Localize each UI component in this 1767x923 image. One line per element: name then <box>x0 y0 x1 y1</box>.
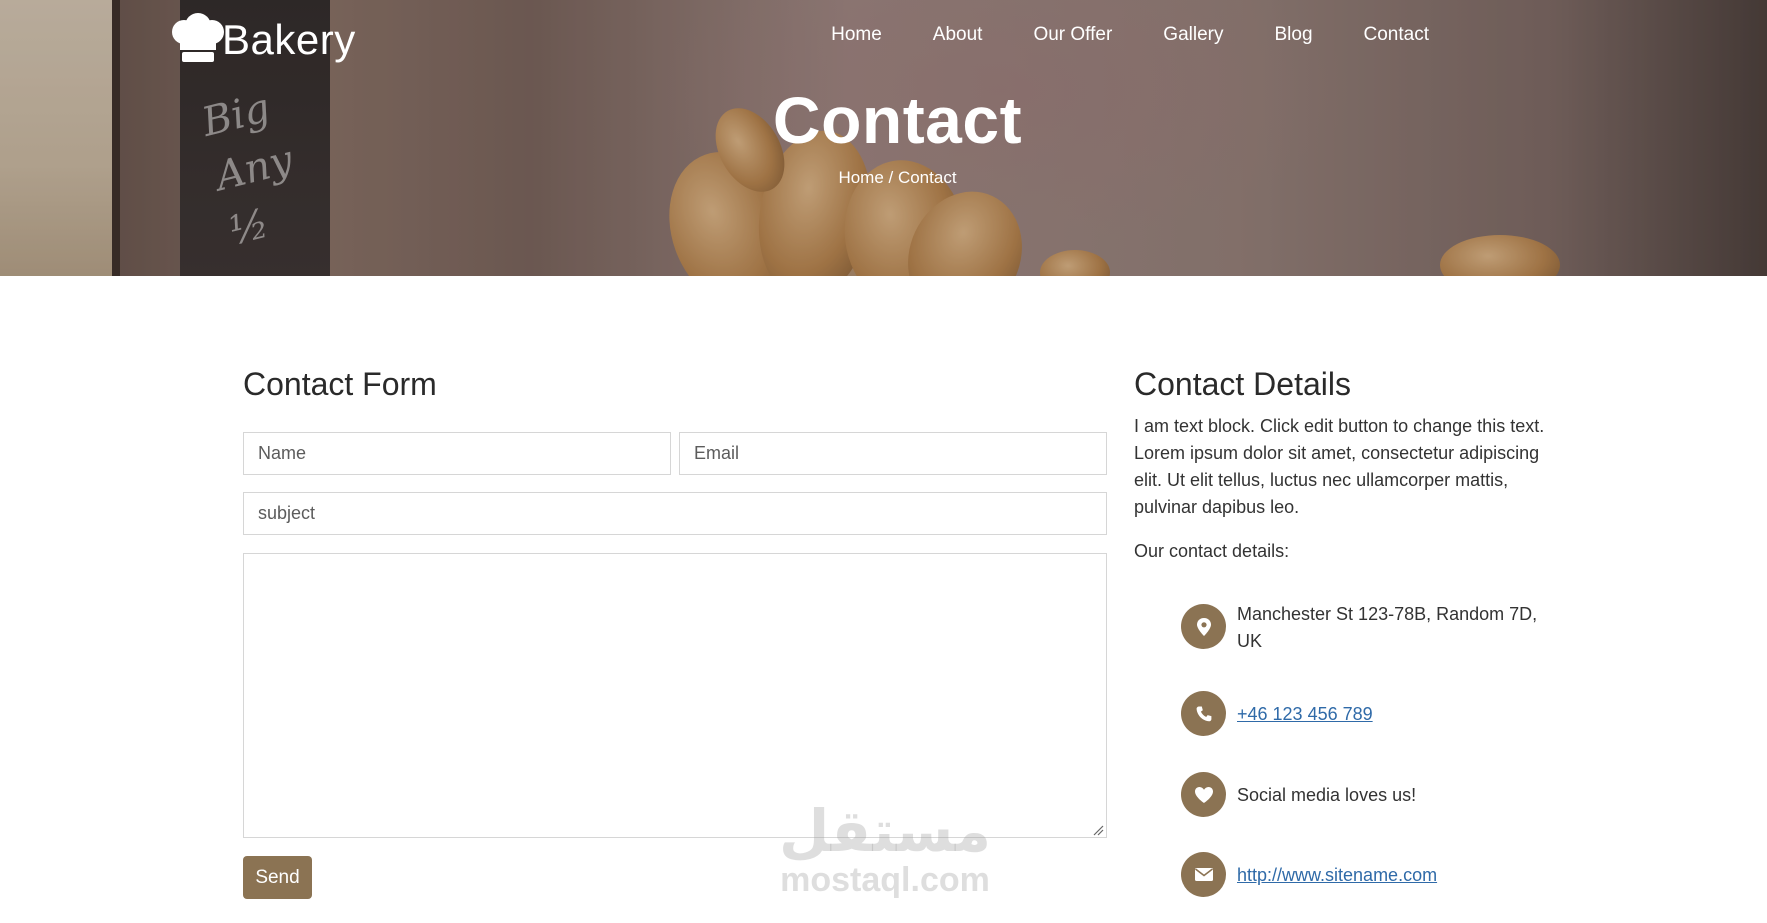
heart-glyph <box>1194 786 1213 803</box>
nav-our-offer[interactable]: Our Offer <box>1033 24 1112 46</box>
heart-icon <box>1181 772 1226 817</box>
phone-glyph <box>1196 706 1211 721</box>
chef-hat-icon <box>172 13 224 62</box>
subject-input[interactable] <box>243 492 1107 535</box>
nav-contact[interactable]: Contact <box>1364 24 1429 46</box>
nav-gallery[interactable]: Gallery <box>1163 24 1223 46</box>
details-subtitle: Our contact details: <box>1134 541 1290 561</box>
email-input[interactable] <box>679 432 1107 475</box>
location-pin-glyph <box>1196 617 1211 636</box>
location-pin-icon <box>1181 604 1226 649</box>
social-text: Social media loves us! <box>1237 785 1417 805</box>
nav-home[interactable]: Home <box>831 24 882 46</box>
message-textarea[interactable] <box>243 553 1107 838</box>
brand-name: Bakery <box>222 16 356 63</box>
site-logo[interactable]: Bakery <box>168 12 356 68</box>
website-link[interactable]: http://www.sitename.com <box>1237 862 1557 889</box>
nav-about[interactable]: About <box>933 24 983 46</box>
watermark-latin: mostaql.com <box>780 861 990 899</box>
send-button[interactable]: Send <box>243 856 312 899</box>
main-nav: Home About Our Offer Gallery Blog Contac… <box>831 24 1429 46</box>
phone-link[interactable]: +46 123 456 789 <box>1237 701 1557 728</box>
address-text: Manchester St 123-78B, Random 7D, UK <box>1237 604 1538 651</box>
contact-details-title: Contact Details <box>1134 366 1351 402</box>
phone-icon <box>1181 691 1226 736</box>
name-input[interactable] <box>243 432 671 475</box>
hero-banner: Big Any ½ Bakery Home About Our Offer Ga… <box>0 0 1767 276</box>
resize-handle-icon[interactable] <box>1092 824 1104 836</box>
nav-blog[interactable]: Blog <box>1274 24 1312 46</box>
envelope-glyph <box>1194 868 1213 881</box>
contact-form-title: Contact Form <box>243 366 437 402</box>
envelope-icon <box>1181 852 1226 897</box>
details-description: I am text block. Click edit button to ch… <box>1134 416 1545 517</box>
page-title: Contact <box>772 83 1023 157</box>
breadcrumb: Home / Contact <box>838 168 957 187</box>
